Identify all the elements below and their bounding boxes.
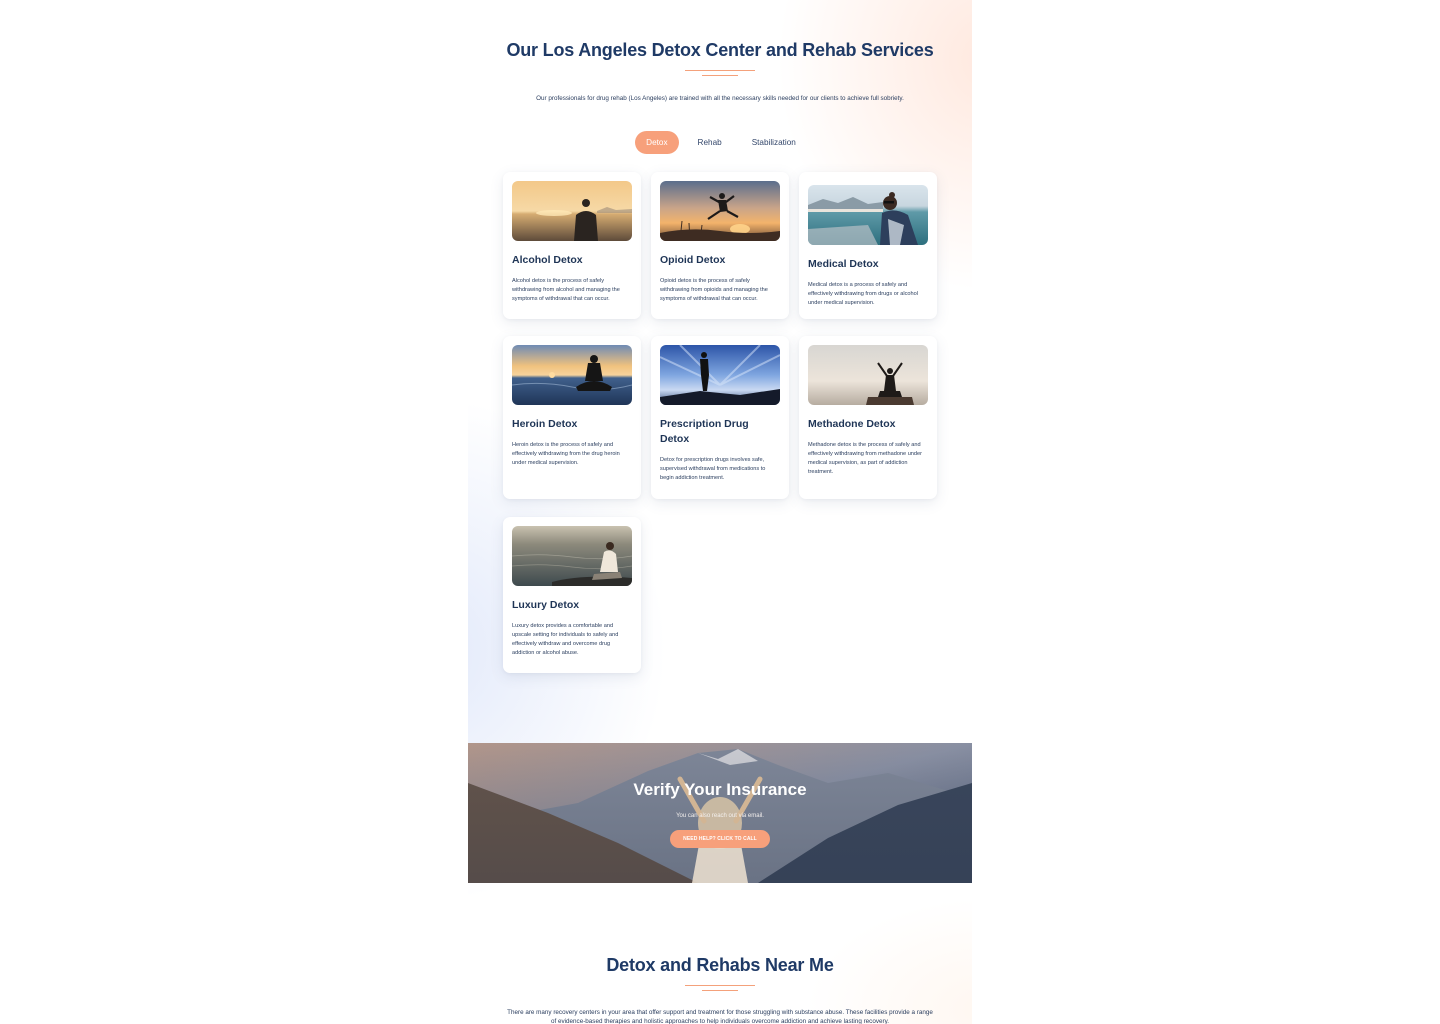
card-image-woman-by-water: [512, 526, 632, 586]
card-title: Heroin Detox: [512, 418, 578, 430]
service-card-heroin-detox[interactable]: Heroin Detox Heroin detox is the process…: [503, 336, 641, 499]
card-title: Medical Detox: [808, 258, 879, 270]
card-image-woman-by-coast: [808, 185, 928, 245]
card-description: Opioid detox is the process of safely wi…: [660, 278, 768, 302]
card-description: Medical detox is a process of safely and…: [808, 282, 918, 306]
card-description: Heroin detox is the process of safely an…: [512, 442, 620, 466]
title-underline: [685, 70, 755, 76]
banner-title: Verify Your Insurance: [633, 780, 807, 799]
tab-stabilization[interactable]: Stabilization: [741, 131, 807, 154]
near-me-title: Detox and Rehabs Near Me: [606, 955, 834, 975]
service-card-methadone-detox[interactable]: Methadone Detox Methadone detox is the p…: [799, 336, 937, 499]
banner-subtitle: You can also reach out via email.: [676, 813, 764, 819]
section-title: Our Los Angeles Detox Center and Rehab S…: [506, 40, 934, 60]
service-card-prescription-drug-detox[interactable]: Prescription Drug Detox Detox for prescr…: [651, 336, 789, 499]
service-card-alcohol-detox[interactable]: Alcohol Detox Alcohol detox is the proce…: [503, 172, 641, 319]
card-image-man-on-rock-sky: [660, 345, 780, 405]
card-image-sunset-sea-sitting: [512, 181, 632, 241]
card-image-sunset-meditation: [512, 345, 632, 405]
card-image-sunset-jumping: [660, 181, 780, 241]
service-card-luxury-detox[interactable]: Luxury Detox Luxury detox provides a com…: [503, 517, 641, 673]
card-title: Opioid Detox: [660, 254, 726, 266]
card-title: Alcohol Detox: [512, 254, 583, 266]
card-description: Methadone detox is the process of safely…: [808, 442, 923, 475]
call-button[interactable]: NEED HELP? CLICK TO CALL: [670, 830, 770, 848]
service-tabs: Detox Rehab Stabilization: [468, 131, 972, 154]
card-description: Detox for prescription drugs involves sa…: [660, 457, 766, 481]
tab-detox[interactable]: Detox: [635, 131, 679, 154]
card-title: Luxury Detox: [512, 599, 580, 611]
insurance-banner: Verify Your Insurance You can also reach…: [468, 743, 972, 883]
card-title: Prescription Drug Detox: [660, 418, 749, 445]
near-me-text: There are many recovery centers in your …: [507, 1009, 933, 1024]
card-title: Methadone Detox: [808, 418, 896, 430]
page: Our Los Angeles Detox Center and Rehab S…: [468, 0, 972, 1024]
card-image-arms-raised-haze: [808, 345, 928, 405]
section-intro: Our professionals for drug rehab (Los An…: [536, 95, 904, 102]
card-description: Alcohol detox is the process of safely w…: [512, 278, 620, 302]
card-description: Luxury detox provides a comfortable and …: [512, 623, 619, 656]
title-underline: [685, 985, 755, 991]
service-card-opioid-detox[interactable]: Opioid Detox Opioid detox is the process…: [651, 172, 789, 319]
tab-rehab[interactable]: Rehab: [687, 131, 733, 154]
service-card-medical-detox[interactable]: Medical Detox Medical detox is a process…: [799, 172, 937, 319]
